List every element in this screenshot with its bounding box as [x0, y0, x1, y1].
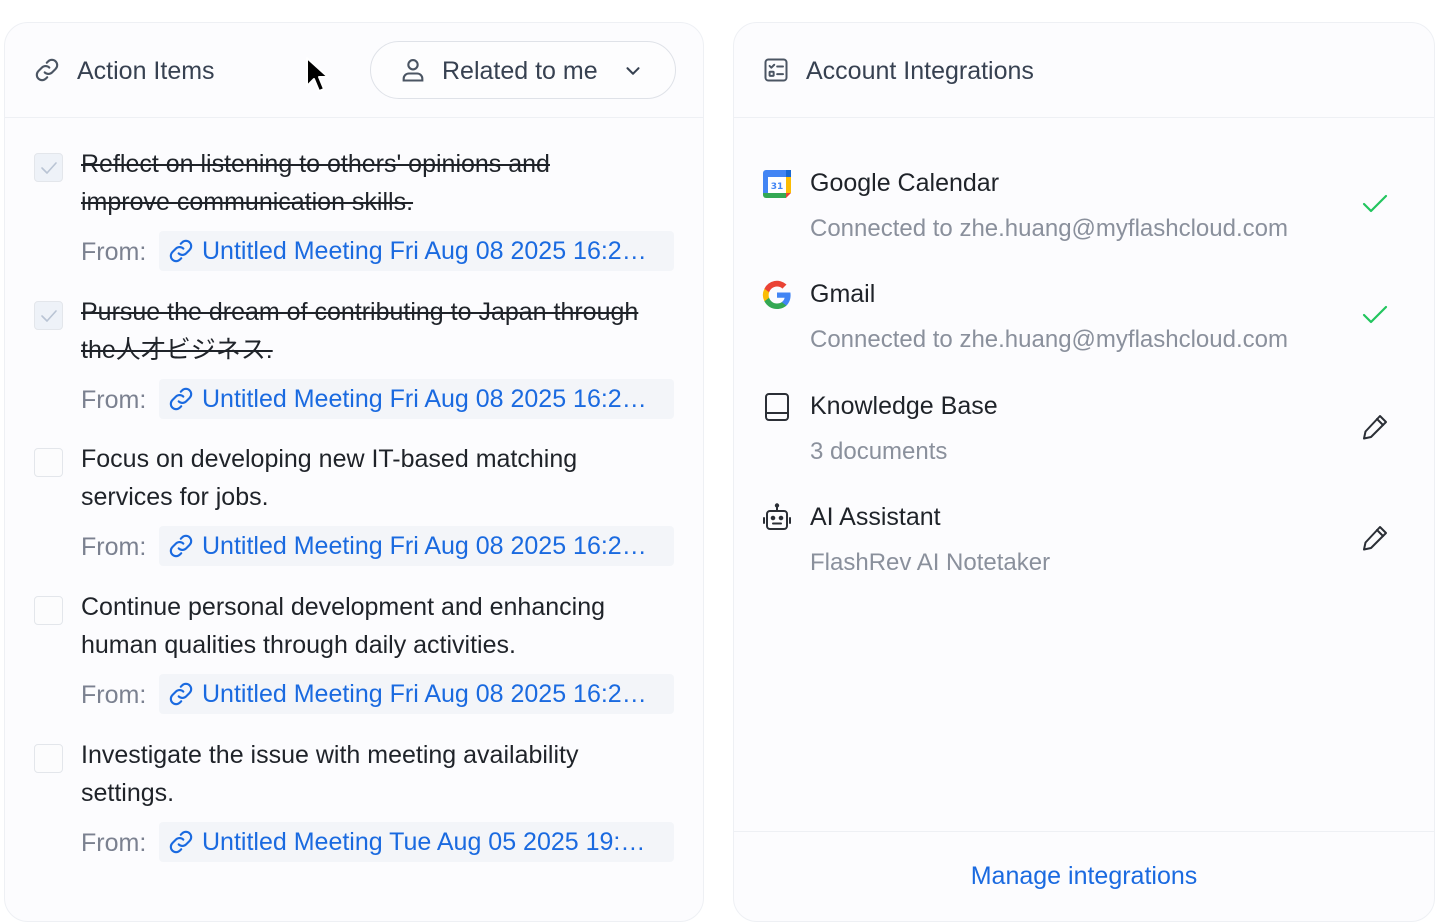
meeting-link[interactable]: Untitled Meeting Fri Aug 08 2025 16:2… [159, 526, 674, 566]
integration-name: AI Assistant [810, 503, 941, 531]
from-label: From: [81, 533, 147, 561]
from-label: From: [81, 829, 147, 857]
integration-ai-assistant: AI Assistant FlashRev AI Notetaker [734, 502, 1434, 602]
integrations-header: Account Integrations [734, 23, 1434, 118]
action-item: Focus on developing new IT-based matchin… [5, 440, 703, 590]
filter-label: Related to me [442, 57, 598, 85]
meeting-link-text: Untitled Meeting Tue Aug 05 2025 19:… [202, 828, 646, 856]
integration-name: Google Calendar [810, 169, 1000, 197]
action-items-panel: Action Items Related to me Reflect on li… [4, 22, 704, 922]
action-item: Continue personal development and enhanc… [5, 588, 703, 738]
integration-knowledge-base: Knowledge Base 3 documents [734, 391, 1434, 491]
connected-check-icon [1362, 194, 1388, 213]
meeting-link[interactable]: Untitled Meeting Fri Aug 08 2025 16:2… [159, 231, 674, 271]
edit-pencil-icon[interactable] [1359, 522, 1391, 554]
chevron-down-icon [626, 67, 640, 75]
checklist-icon [764, 58, 788, 82]
integration-status: 3 documents [810, 438, 948, 465]
related-filter-dropdown[interactable]: Related to me [370, 41, 676, 99]
action-item-text-line1: Continue personal development and enhanc… [81, 593, 605, 621]
meeting-link-text: Untitled Meeting Fri Aug 08 2025 16:2… [202, 532, 647, 560]
footer-divider [734, 831, 1434, 832]
manage-integrations-link[interactable]: Manage integrations [734, 861, 1434, 891]
action-item-text-line2: services for jobs. [81, 483, 269, 511]
action-item-checkbox[interactable] [34, 301, 63, 330]
check-icon [41, 162, 57, 174]
meeting-link[interactable]: Untitled Meeting Fri Aug 08 2025 16:2… [159, 674, 674, 714]
google-calendar-icon: 31 [763, 170, 791, 198]
link-icon [169, 239, 193, 263]
action-item-text-line1: Focus on developing new IT-based matchin… [81, 445, 578, 473]
svg-text:31: 31 [771, 182, 784, 192]
link-icon [35, 58, 59, 82]
action-item-text-line2: the人才ビジネス. [81, 336, 273, 364]
action-item-text-line2: settings. [81, 779, 175, 807]
link-icon [169, 387, 193, 411]
link-icon [169, 682, 193, 706]
google-g-icon [762, 280, 791, 310]
action-items-header: Action Items Related to me [5, 23, 703, 118]
integration-status: FlashRev AI Notetaker [810, 549, 1051, 576]
action-item: Investigate the issue with meeting avail… [5, 736, 703, 886]
check-icon [41, 310, 57, 322]
meeting-link[interactable]: Untitled Meeting Fri Aug 08 2025 16:2… [159, 379, 674, 419]
edit-pencil-icon[interactable] [1359, 411, 1391, 443]
action-item-checkbox[interactable] [34, 153, 63, 182]
link-icon [169, 830, 193, 854]
user-icon [402, 59, 424, 82]
action-item-text-line2: improve communication skills. [81, 188, 414, 216]
robot-icon [763, 503, 791, 530]
action-item: Pursue the dream of contributing to Japa… [5, 293, 703, 443]
integration-name: Knowledge Base [810, 392, 998, 420]
integration-google-calendar: 31 Google Calendar Connected to zhe.huan… [734, 168, 1434, 268]
action-item-text-line2: human qualities through daily activities… [81, 631, 516, 659]
integration-name: Gmail [810, 280, 876, 308]
from-label: From: [81, 386, 147, 414]
mouse-cursor-icon [306, 57, 329, 92]
link-icon [169, 534, 193, 558]
integrations-title: Account Integrations [806, 57, 1034, 85]
connected-check-icon [1362, 305, 1388, 324]
action-items-title: Action Items [77, 57, 215, 85]
action-item-text-line1: Pursue the dream of contributing to Japa… [81, 298, 639, 326]
from-label: From: [81, 238, 147, 266]
action-item-checkbox[interactable] [34, 744, 63, 773]
integration-gmail: Gmail Connected to zhe.huang@myflashclou… [734, 279, 1434, 379]
action-item-text-line1: Investigate the issue with meeting avail… [81, 741, 579, 769]
integration-status: Connected to zhe.huang@myflashcloud.com [810, 215, 1288, 242]
action-item-checkbox[interactable] [34, 596, 63, 625]
book-icon [765, 393, 789, 421]
meeting-link-text: Untitled Meeting Fri Aug 08 2025 16:2… [202, 237, 647, 265]
account-integrations-panel: Account Integrations 31 Google Calendar … [733, 22, 1435, 922]
meeting-link-text: Untitled Meeting Fri Aug 08 2025 16:2… [202, 385, 647, 413]
integration-status: Connected to zhe.huang@myflashcloud.com [810, 326, 1288, 353]
meeting-link[interactable]: Untitled Meeting Tue Aug 05 2025 19:… [159, 822, 674, 862]
action-item: Reflect on listening to others' opinions… [5, 145, 703, 295]
from-label: From: [81, 681, 147, 709]
action-item-text-line1: Reflect on listening to others' opinions… [81, 150, 550, 178]
meeting-link-text: Untitled Meeting Fri Aug 08 2025 16:2… [202, 680, 647, 708]
action-item-checkbox[interactable] [34, 448, 63, 477]
